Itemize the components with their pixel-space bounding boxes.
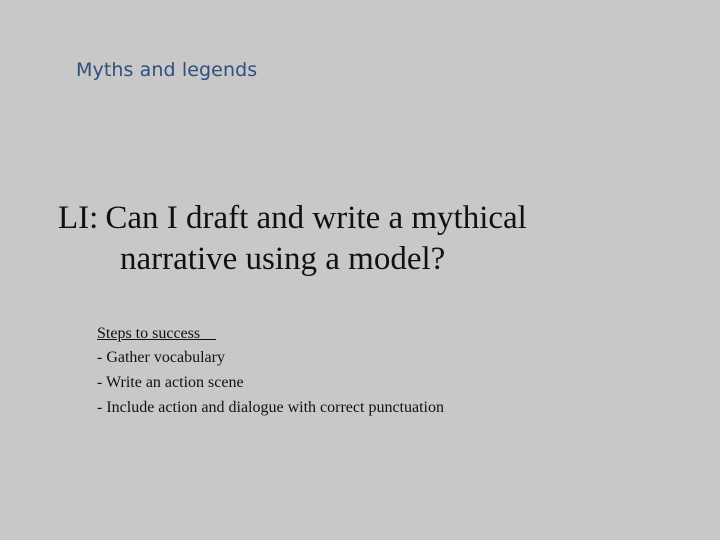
step-item: - Include action and dialogue with corre… xyxy=(97,399,444,416)
steps-heading: Steps to success xyxy=(97,325,217,342)
learning-intention-line-1: LI: Can I draft and write a mythical xyxy=(58,198,698,239)
steps-to-success: Steps to success - Gather vocabulary - W… xyxy=(97,323,444,420)
slide: Myths and legends LI: Can I draft and wri… xyxy=(0,0,720,540)
learning-intention-text-1: Can I draft and write a mythical xyxy=(105,200,527,236)
steps-list: - Gather vocabulary - Write an action sc… xyxy=(97,345,444,420)
learning-intention-line-2: narrative using a model? xyxy=(120,241,446,277)
step-item: - Gather vocabulary xyxy=(97,349,225,366)
learning-intention-prefix: LI: xyxy=(58,200,99,236)
step-item: - Write an action scene xyxy=(97,374,244,391)
learning-intention: LI: Can I draft and write a mythical narr… xyxy=(58,198,698,280)
slide-subtitle: Myths and legends xyxy=(76,59,258,81)
